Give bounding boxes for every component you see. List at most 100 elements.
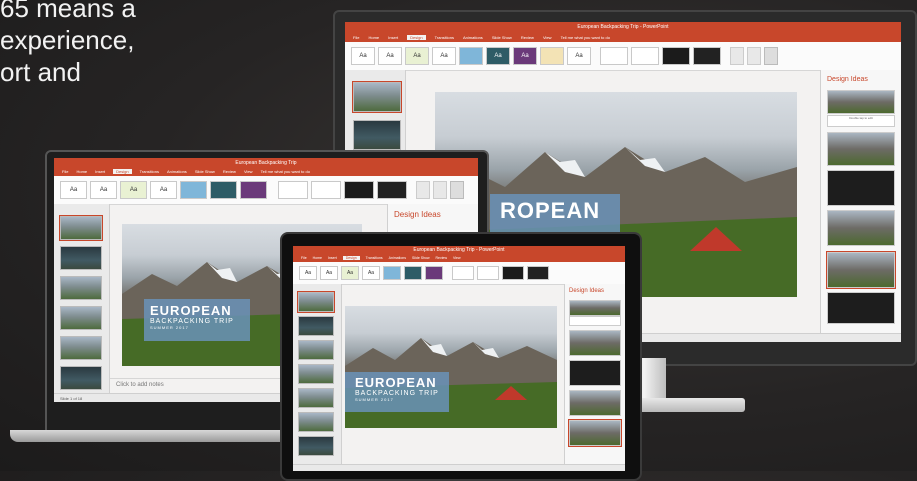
design-idea[interactable] <box>569 360 621 386</box>
design-idea[interactable] <box>569 390 621 416</box>
variant-4[interactable] <box>693 47 721 65</box>
slide-thumbnail[interactable] <box>59 215 103 241</box>
tab-transitions[interactable]: Transitions <box>366 256 383 260</box>
tab-design[interactable]: Design <box>407 34 426 40</box>
tablet-slide-canvas[interactable]: EUROPEAN BACKPACKING TRIP SUMMER 2017 <box>345 306 557 428</box>
variant-3[interactable] <box>502 266 524 280</box>
variant-2[interactable] <box>631 47 659 65</box>
tab-slideshow[interactable]: Slide Show <box>195 169 215 174</box>
theme-2[interactable]: Aa <box>120 181 147 199</box>
tab-transitions[interactable]: Transitions <box>140 169 159 174</box>
tab-transitions[interactable]: Transitions <box>435 35 454 40</box>
theme-1[interactable]: Aa <box>90 181 117 199</box>
tab-view[interactable]: View <box>543 35 552 40</box>
tab-slideshow[interactable]: Slide Show <box>492 35 512 40</box>
tab-animations[interactable]: Animations <box>389 256 406 260</box>
format-background-button[interactable] <box>747 47 761 65</box>
design-ideas-button[interactable] <box>764 47 778 65</box>
design-idea[interactable] <box>568 419 622 447</box>
slide-thumbnail[interactable] <box>297 291 335 313</box>
theme-6[interactable]: Aa <box>513 47 537 65</box>
tab-review[interactable]: Review <box>223 169 236 174</box>
theme-6[interactable] <box>425 266 443 280</box>
variant-1[interactable] <box>600 47 628 65</box>
tab-home[interactable]: Home <box>313 256 322 260</box>
theme-2[interactable]: Aa <box>405 47 429 65</box>
format-background-button[interactable] <box>433 181 447 199</box>
theme-6[interactable] <box>240 181 267 199</box>
slide-thumbnail[interactable] <box>298 436 334 456</box>
tab-insert[interactable]: Insert <box>328 256 337 260</box>
tab-design[interactable]: Design <box>342 256 360 260</box>
slide-size-button[interactable] <box>416 181 430 199</box>
tab-insert[interactable]: Insert <box>95 169 105 174</box>
variant-1[interactable] <box>278 181 308 199</box>
slide-title-banner[interactable]: EUROPEAN BACKPACKING TRIP SUMMER 2017 <box>144 299 250 341</box>
theme-4[interactable] <box>383 266 401 280</box>
theme-5[interactable]: Aa <box>486 47 510 65</box>
theme-2[interactable]: Aa <box>341 266 359 280</box>
tab-slideshow[interactable]: Slide Show <box>412 256 430 260</box>
design-idea[interactable] <box>827 292 895 324</box>
slide-thumbnail[interactable] <box>353 120 401 150</box>
slide-thumbnail[interactable] <box>352 81 402 113</box>
design-idea[interactable] <box>569 316 621 326</box>
variant-3[interactable] <box>662 47 690 65</box>
tell-me-box[interactable]: Tell me what you want to do <box>261 169 310 174</box>
slide-thumbnail[interactable] <box>298 364 334 384</box>
tab-file[interactable]: File <box>353 35 359 40</box>
theme-4[interactable] <box>459 47 483 65</box>
theme-3[interactable]: Aa <box>432 47 456 65</box>
tab-design[interactable]: Design <box>113 169 132 174</box>
theme-1[interactable]: Aa <box>378 47 402 65</box>
design-idea[interactable] <box>827 132 895 166</box>
slide-title-banner[interactable]: EUROPEAN BACKPACKING TRIP SUMMER 2017 <box>345 372 449 412</box>
tab-animations[interactable]: Animations <box>167 169 187 174</box>
tab-view[interactable]: View <box>453 256 461 260</box>
theme-5[interactable] <box>210 181 237 199</box>
tab-review[interactable]: Review <box>436 256 447 260</box>
tell-me-box[interactable]: Tell me what you want to do <box>561 35 610 40</box>
design-idea[interactable] <box>569 330 621 356</box>
design-idea[interactable] <box>827 170 895 206</box>
slide-thumbnail[interactable] <box>298 340 334 360</box>
tab-insert[interactable]: Insert <box>388 35 398 40</box>
theme-7[interactable] <box>540 47 564 65</box>
theme-office[interactable]: Aa <box>60 181 87 199</box>
theme-5[interactable] <box>404 266 422 280</box>
tab-file[interactable]: File <box>62 169 68 174</box>
theme-office[interactable]: Aa <box>351 47 375 65</box>
theme-3[interactable]: Aa <box>362 266 380 280</box>
design-idea[interactable] <box>826 251 896 289</box>
theme-4[interactable] <box>180 181 207 199</box>
theme-3[interactable]: Aa <box>150 181 177 199</box>
slide-size-button[interactable] <box>730 47 744 65</box>
variant-2[interactable] <box>477 266 499 280</box>
slide-thumbnail[interactable] <box>298 316 334 336</box>
slide-thumbnail[interactable] <box>60 366 102 390</box>
tab-file[interactable]: File <box>301 256 307 260</box>
slide-thumbnail[interactable] <box>60 276 102 300</box>
slide-thumbnail[interactable] <box>60 246 102 270</box>
tab-view[interactable]: View <box>244 169 253 174</box>
slide-thumbnail[interactable] <box>298 412 334 432</box>
design-ideas-button[interactable] <box>450 181 464 199</box>
variant-3[interactable] <box>344 181 374 199</box>
variant-2[interactable] <box>311 181 341 199</box>
design-idea[interactable] <box>827 90 895 114</box>
theme-8[interactable]: Aa <box>567 47 591 65</box>
tab-home[interactable]: Home <box>368 35 379 40</box>
theme-1[interactable]: Aa <box>320 266 338 280</box>
tab-home[interactable]: Home <box>76 169 87 174</box>
design-idea[interactable]: Double tap to edit <box>827 115 895 127</box>
tab-animations[interactable]: Animations <box>463 35 483 40</box>
slide-thumbnail[interactable] <box>60 336 102 360</box>
variant-4[interactable] <box>377 181 407 199</box>
variant-1[interactable] <box>452 266 474 280</box>
tab-review[interactable]: Review <box>521 35 534 40</box>
design-idea[interactable] <box>827 210 895 246</box>
theme-office[interactable]: Aa <box>299 266 317 280</box>
variant-4[interactable] <box>527 266 549 280</box>
design-idea[interactable] <box>569 300 621 316</box>
slide-thumbnail[interactable] <box>60 306 102 330</box>
